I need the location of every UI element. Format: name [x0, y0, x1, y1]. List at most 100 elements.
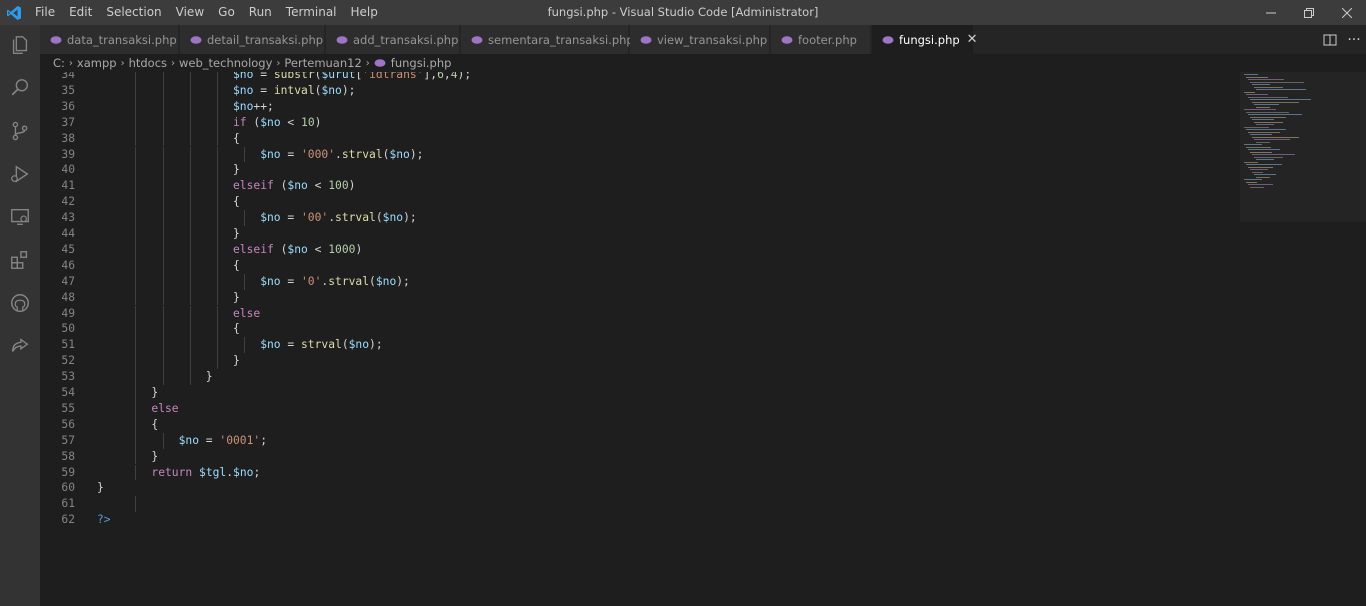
code-line[interactable]: 34 $no = substr($urut['idtrans'],6,4);: [40, 72, 1240, 83]
menu-run[interactable]: Run: [242, 0, 279, 25]
code-line[interactable]: 46 {: [40, 257, 1240, 274]
code-token: =: [199, 433, 220, 447]
close-tab-icon[interactable]: ✕: [967, 32, 978, 47]
code-token: ++;: [253, 99, 274, 113]
code-line[interactable]: 48}: [40, 289, 1240, 306]
code-token: $no: [260, 147, 281, 161]
code-line[interactable]: 37 if ($no < 10): [40, 114, 1240, 131]
indent-guide: [244, 146, 246, 163]
indent-guide: [162, 305, 164, 322]
remote-explorer-button[interactable]: [0, 197, 40, 237]
code-line[interactable]: 62 ?>: [40, 512, 1240, 528]
code-line[interactable]: 56 {: [40, 416, 1240, 433]
more-actions-button[interactable]: ···: [1342, 25, 1366, 54]
menu-edit[interactable]: Edit: [62, 0, 99, 25]
menu-help[interactable]: Help: [344, 0, 385, 25]
code-line[interactable]: 39 $no = '000'.strval($no);: [40, 146, 1240, 163]
source-control-button[interactable]: [0, 111, 40, 151]
code-line[interactable]: 45 elseif ($no < 1000): [40, 241, 1240, 258]
tab-label: footer.php: [798, 32, 857, 47]
indent-guide: [189, 114, 191, 131]
code-line[interactable]: 61: [40, 496, 1240, 513]
restore-button[interactable]: [1290, 0, 1328, 25]
code-line[interactable]: 35 $no = intval($no);: [40, 82, 1240, 99]
code-token: $no: [389, 147, 410, 161]
minimap-line: [1256, 176, 1271, 178]
code-line[interactable]: 44}: [40, 226, 1240, 242]
explorer-button[interactable]: [0, 25, 40, 65]
live-share-button[interactable]: [0, 326, 40, 366]
minimize-button[interactable]: [1252, 0, 1290, 25]
code-line[interactable]: 60}: [40, 480, 1240, 496]
code-text: }: [97, 480, 104, 496]
breadcrumb-web-technology[interactable]: web_technology: [179, 56, 272, 70]
minimap[interactable]: [1240, 72, 1366, 606]
code-line[interactable]: 53}: [40, 369, 1240, 385]
tab-sementara-transaksi[interactable]: sementara_transaksi.php: [461, 25, 634, 54]
tab-fungsi[interactable]: fungsi.php ✕: [872, 25, 978, 54]
indent-guide: [162, 289, 164, 306]
code-line[interactable]: 41 elseif ($no < 100): [40, 178, 1240, 195]
menu-file[interactable]: File: [28, 0, 62, 25]
code-line[interactable]: 49 else: [40, 305, 1240, 322]
indent-guide: [162, 178, 164, 195]
code-line[interactable]: 47 $no = '0'.strval($no);: [40, 273, 1240, 290]
code-line[interactable]: 42 {: [40, 194, 1240, 211]
extensions-button[interactable]: [0, 240, 40, 280]
code-line[interactable]: 54}: [40, 385, 1240, 401]
code-line[interactable]: 55 else: [40, 400, 1240, 417]
line-number: 55: [61, 401, 75, 415]
indent-guide: [189, 178, 191, 195]
menu-go[interactable]: Go: [211, 0, 242, 25]
tab-add-transaksi[interactable]: add_transaksi.php: [326, 25, 460, 54]
php-file-icon: [471, 35, 483, 45]
split-editor-button[interactable]: [1318, 25, 1342, 54]
minimap-line: [1252, 101, 1299, 103]
code-token: =: [253, 72, 274, 81]
indent-guide: [162, 130, 164, 147]
vertical-scrollbar[interactable]: [1352, 72, 1366, 606]
minimap-line: [1256, 106, 1271, 108]
github-button[interactable]: [0, 283, 40, 323]
indent-guide: [189, 241, 191, 258]
tab-view-transaksi[interactable]: view_transaksi.php: [630, 25, 770, 54]
code-line[interactable]: 38 {: [40, 130, 1240, 147]
indent-guide: [217, 130, 218, 147]
breadcrumb-drive[interactable]: C:: [53, 56, 65, 70]
menu-terminal[interactable]: Terminal: [279, 0, 344, 25]
code-token: strval: [328, 274, 370, 288]
breadcrumb-file[interactable]: fungsi.php: [391, 56, 452, 70]
code-line[interactable]: 43 $no = '00'.strval($no);: [40, 210, 1240, 226]
code-token: =: [280, 147, 301, 161]
breadcrumb-pertemuan12[interactable]: Pertemuan12: [284, 56, 361, 70]
tab-detail-transaksi[interactable]: detail_transaksi.php: [180, 25, 325, 54]
tab-footer[interactable]: footer.php: [771, 25, 871, 54]
tab-data-transaksi[interactable]: data_transaksi.php: [40, 25, 179, 54]
code-token: );: [409, 147, 424, 161]
code-line[interactable]: 36 $no++;: [40, 98, 1240, 115]
run-debug-button[interactable]: [0, 154, 40, 194]
line-number: 62: [61, 513, 75, 527]
code-line[interactable]: 59 return $tgl.$no;: [40, 464, 1240, 481]
code-token: {: [233, 322, 240, 336]
code-line[interactable]: 52}: [40, 353, 1240, 370]
search-button[interactable]: [0, 68, 40, 108]
code-line[interactable]: 50 {: [40, 321, 1240, 338]
code-line[interactable]: 58}: [40, 448, 1240, 465]
remote-explorer-icon: [11, 208, 29, 226]
minimap-line: [1254, 104, 1280, 105]
close-window-button[interactable]: [1328, 0, 1366, 25]
code-line[interactable]: 51 $no = strval($no);: [40, 337, 1240, 354]
breadcrumb-htdocs[interactable]: htdocs: [129, 56, 167, 70]
minimap-line: [1256, 141, 1271, 143]
indent-guide: [189, 321, 191, 338]
code-text: ?>: [97, 512, 111, 528]
menu-view[interactable]: View: [169, 0, 211, 25]
breadcrumb-xampp[interactable]: xampp: [77, 56, 117, 70]
menu-selection[interactable]: Selection: [99, 0, 168, 25]
code-line[interactable]: 40}: [40, 162, 1240, 179]
code-token: }: [151, 449, 159, 463]
code-line[interactable]: 57 $no = '0001';: [40, 432, 1240, 449]
code-editor[interactable]: 34 $no = substr($urut['idtrans'],6,4); 35 $…: [40, 72, 1240, 606]
indent-guide: [162, 226, 164, 242]
